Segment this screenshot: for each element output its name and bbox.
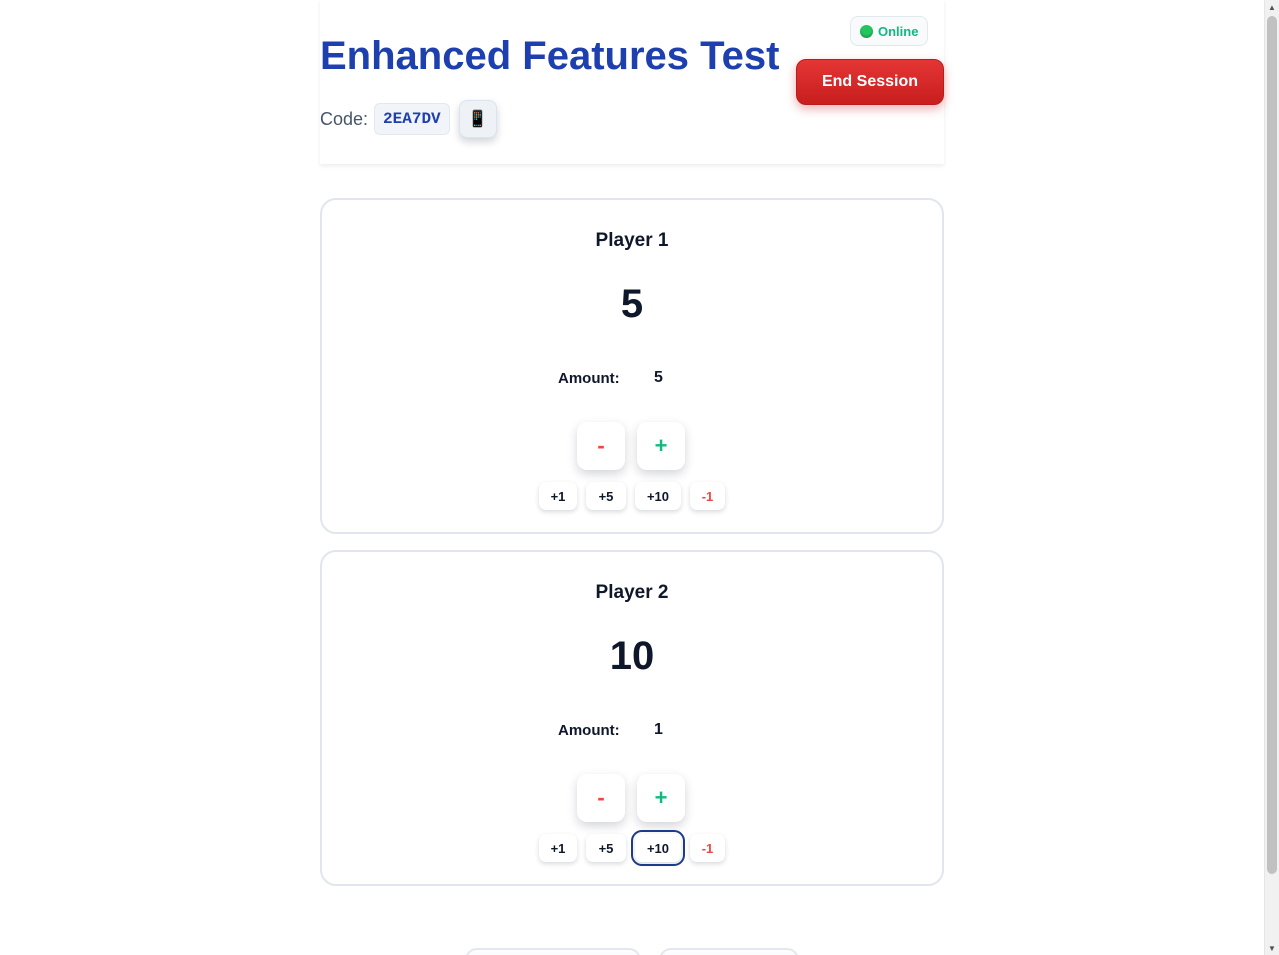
app-page: Enhanced Features Test Code: 2EA7DV 📱 On… (0, 0, 1279, 955)
status-text: Online (878, 23, 919, 39)
player-name: Player 1 (595, 230, 669, 251)
quick-add-5-button[interactable]: +5 (586, 482, 626, 510)
player-card: Player 1 5 Amount: 5 - + +1 +5 +10 -1 (320, 198, 944, 534)
session-header: Enhanced Features Test Code: 2EA7DV 📱 On… (320, 0, 944, 164)
share-device-button[interactable]: 📱 (458, 100, 497, 138)
amount-value[interactable]: 5 (654, 369, 663, 387)
player-score: 10 (609, 634, 655, 678)
scroll-down-arrow-icon[interactable]: ▼ (1265, 941, 1279, 955)
bottom-action-button[interactable] (465, 948, 641, 955)
decrement-button[interactable]: - (577, 774, 625, 822)
decrement-button[interactable]: - (577, 422, 625, 470)
mobile-phone-icon: 📱 (467, 111, 488, 128)
amount-value[interactable]: 1 (654, 721, 663, 739)
quick-add-10-button[interactable]: +10 (631, 830, 685, 866)
amount-label: Amount: (558, 722, 620, 739)
code-label: Code: (320, 108, 369, 129)
quick-add-10-button[interactable]: +10 (635, 482, 681, 510)
quick-add-1-button[interactable]: +1 (539, 834, 577, 862)
session-code-row: Code: 2EA7DV 📱 (320, 100, 497, 138)
amount-label: Amount: (558, 370, 620, 387)
bottom-action-button[interactable] (659, 948, 799, 955)
player-card: Player 2 10 Amount: 1 - + +1 +5 +10 -1 (320, 550, 944, 886)
page-title: Enhanced Features Test (320, 34, 780, 78)
vertical-scrollbar[interactable]: ▲ ▼ (1264, 0, 1279, 955)
quick-subtract-1-button[interactable]: -1 (690, 482, 725, 510)
end-session-button[interactable]: End Session (796, 59, 944, 105)
quick-add-5-button[interactable]: +5 (586, 834, 626, 862)
scroll-up-arrow-icon[interactable]: ▲ (1265, 0, 1279, 14)
connection-status-badge: Online (850, 16, 929, 46)
increment-button[interactable]: + (637, 422, 685, 470)
session-code: 2EA7DV (374, 103, 450, 135)
player-name: Player 2 (595, 582, 669, 603)
quick-subtract-1-button[interactable]: -1 (690, 834, 725, 862)
increment-button[interactable]: + (637, 774, 685, 822)
scrollbar-thumb[interactable] (1267, 16, 1277, 874)
quick-add-1-button[interactable]: +1 (539, 482, 577, 510)
online-status-dot-icon (860, 24, 873, 38)
player-score: 5 (620, 282, 644, 326)
